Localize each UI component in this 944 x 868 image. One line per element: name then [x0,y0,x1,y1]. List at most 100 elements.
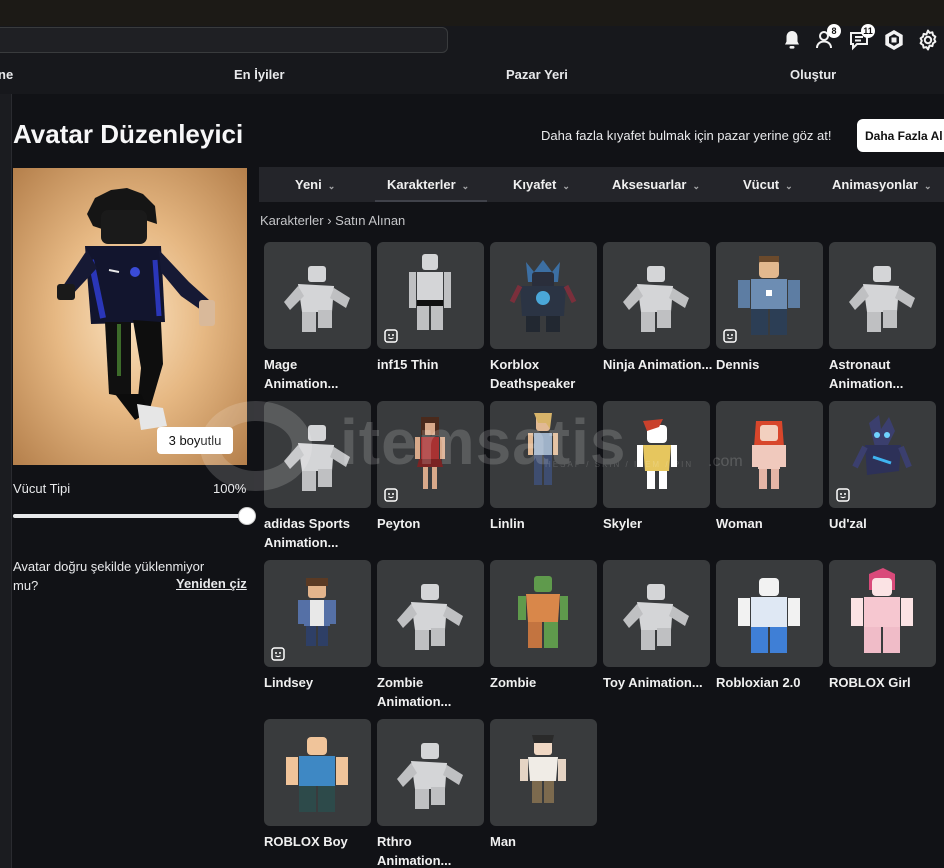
item-name: Ninja Animation... [603,357,713,372]
tab-label: Vücut [743,177,780,192]
tab-animations[interactable]: Animasyonlar ⌄ [832,167,932,202]
item-thumbnail[interactable] [377,560,484,667]
item-thumbnail[interactable] [829,560,936,667]
search-input[interactable] [0,27,448,53]
character-figure [518,576,568,648]
character-figure [637,419,677,489]
selected-tab-indicator [375,200,487,202]
item-thumbnail[interactable] [264,401,371,508]
item-name: Dennis [716,357,760,372]
character-figure [284,266,350,332]
emote-icon [271,647,285,661]
nav-charts[interactable]: En İyiler [234,67,285,82]
item-thumbnail[interactable] [603,401,710,508]
item-thumbnail[interactable] [490,560,597,667]
breadcrumb-root[interactable]: Karakterler [260,213,324,228]
character-figure [284,425,350,491]
item-name: Korblox Deathspeaker [490,357,576,391]
item-thumbnail[interactable] [490,719,597,826]
item-thumbnail[interactable] [490,242,597,349]
body-type-slider[interactable] [13,514,247,518]
item-name: Lindsey [264,675,314,690]
nav-marketplace[interactable]: Pazar Yeri [506,67,568,82]
nav-home[interactable]: ne [0,67,13,82]
avatar-preview[interactable] [13,168,247,465]
item-name: Zombie Animation... [377,675,452,709]
item-name: Robloxian 2.0 [716,675,801,690]
emote-icon [723,329,737,343]
item-name: Man [490,834,516,849]
left-sidebar-edge [0,94,12,868]
character-figure [738,578,800,653]
nav-create[interactable]: Oluştur [790,67,836,82]
body-type-label: Vücut Tipi [13,481,71,496]
item-thumbnail[interactable] [603,560,710,667]
chevron-down-icon: ⌄ [327,181,336,191]
tab-new[interactable]: Yeni ⌄ [295,167,335,202]
character-figure [752,421,786,489]
item-name: Skyler [603,516,643,531]
bell-icon[interactable] [780,28,804,52]
chevron-down-icon: ⌄ [692,181,700,191]
item-thumbnail[interactable] [716,401,823,508]
item-thumbnail[interactable] [377,401,484,508]
promo-text: Daha fazla kıyafet bulmak için pazar yer… [541,128,832,143]
character-figure [849,266,915,332]
item-thumbnail[interactable] [264,719,371,826]
item-name: adidas Sports Animation... [264,516,350,550]
tab-label: Yeni [295,177,322,192]
chevron-down-icon: ⌄ [461,181,470,191]
chevron-down-icon: ⌄ [923,181,932,191]
chevron-down-icon: ⌄ [562,181,570,191]
tab-label: Aksesuarlar [612,177,687,192]
page-title: Avatar Düzenleyici [13,119,244,149]
character-figure [286,737,348,812]
emote-icon [836,488,850,502]
body-type-slider-thumb[interactable] [238,507,256,525]
redraw-link[interactable]: Yeniden çiz [176,576,247,591]
chevron-down-icon: ⌄ [785,181,793,191]
friends-icon[interactable]: 8 [814,24,841,52]
item-name: ROBLOX Girl [829,675,911,690]
item-name: Astronaut Animation... [829,357,904,391]
tab-label: Karakterler [387,177,456,192]
tab-accessories[interactable]: Aksesuarlar ⌄ [612,167,700,202]
breadcrumb: Karakterler › Satın Alınan [260,213,405,228]
body-type-value: 100% [213,481,247,496]
character-figure [397,743,463,809]
item-thumbnail[interactable] [264,560,371,667]
chat-icon[interactable]: 11 [848,24,875,52]
item-name: Peyton [377,516,421,531]
tab-characters[interactable]: Karakterler ⌄ [387,167,469,202]
get-more-button[interactable]: Daha Fazla Al [857,119,944,152]
item-thumbnail[interactable] [377,242,484,349]
emote-icon [384,488,398,502]
breadcrumb-current: Satın Alınan [335,213,406,228]
character-figure [509,260,577,332]
item-name: Linlin [490,516,525,531]
character-figure [520,735,566,803]
item-thumbnail[interactable] [716,242,823,349]
view-3d-button[interactable]: 3 boyutlu [157,427,233,454]
robux-icon[interactable] [882,28,906,52]
tab-body[interactable]: Vücut ⌄ [743,167,793,202]
item-thumbnail[interactable] [377,719,484,826]
friends-badge: 8 [827,24,841,38]
gear-icon[interactable] [916,28,940,52]
character-figure [623,584,689,650]
item-thumbnail[interactable] [829,401,936,508]
avatar-figure [57,188,215,430]
item-name: Mage Animation... [264,357,339,391]
breadcrumb-separator: › [327,213,332,228]
item-name: Zombie [490,675,537,690]
emote-icon [384,329,398,343]
item-thumbnail[interactable] [829,242,936,349]
item-thumbnail[interactable] [716,560,823,667]
item-thumbnail[interactable] [264,242,371,349]
tab-label: Kıyafet [513,177,557,192]
site-header: ne En İyiler Pazar Yeri Oluştur 8 11 [0,24,944,94]
item-thumbnail[interactable] [603,242,710,349]
tab-clothing[interactable]: Kıyafet ⌄ [513,167,570,202]
character-figure [397,584,463,650]
item-thumbnail[interactable] [490,401,597,508]
